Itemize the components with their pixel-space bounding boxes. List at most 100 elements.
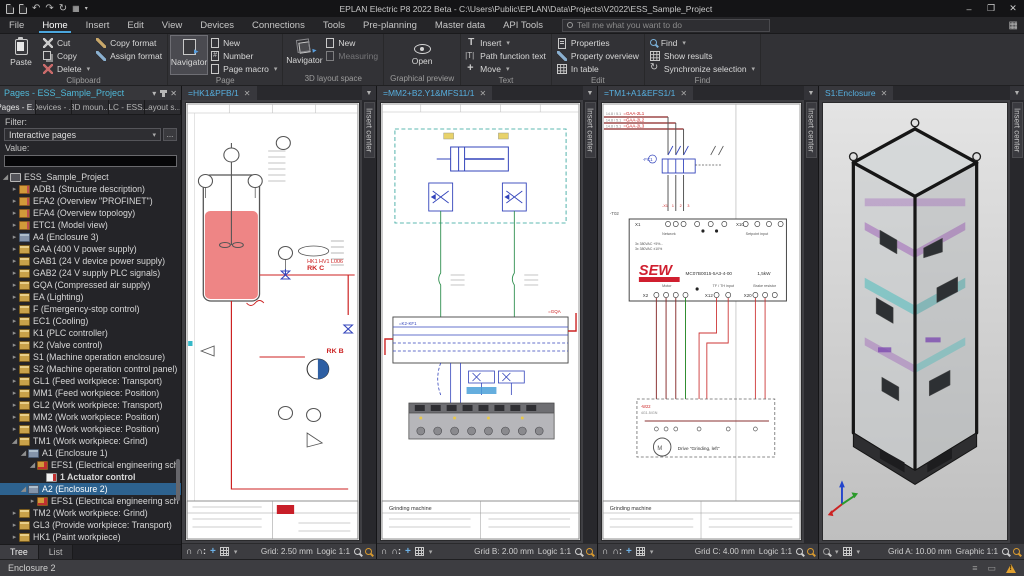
- tab-devices-nav[interactable]: Devices - ...: [36, 100, 72, 114]
- expand-icon[interactable]: ◢: [19, 485, 28, 493]
- crosshair-icon[interactable]: +: [405, 546, 411, 557]
- tree-item[interactable]: ▸EC1 (Cooling): [0, 315, 181, 327]
- tree-item[interactable]: ▸A4 (Enclosure 3): [0, 231, 181, 243]
- expand-icon[interactable]: ▸: [28, 497, 37, 505]
- expand-icon[interactable]: ◢: [10, 437, 19, 445]
- show-results-button[interactable]: Show results: [647, 49, 758, 62]
- grid-toggle-icon[interactable]: [636, 547, 645, 556]
- expand-icon[interactable]: ▸: [10, 185, 19, 193]
- snap-grid-icon[interactable]: ∩:: [613, 547, 623, 556]
- tab-home[interactable]: Home: [33, 17, 76, 33]
- close-button[interactable]: ✕: [1002, 0, 1024, 17]
- expand-icon[interactable]: ▸: [10, 257, 19, 265]
- tree-item-selected[interactable]: ◢A2 (Enclosure 2): [0, 483, 181, 495]
- zoom-out-icon[interactable]: [796, 548, 803, 555]
- zoom-out-icon[interactable]: [1002, 548, 1009, 555]
- panel-menu-icon[interactable]: ▾: [152, 89, 156, 98]
- expand-icon[interactable]: ▸: [10, 197, 19, 205]
- zoom-out-icon[interactable]: [575, 548, 582, 555]
- tree-item[interactable]: ▸GL3 (Provide workpiece: Transport): [0, 519, 181, 531]
- tab-edit[interactable]: Edit: [118, 17, 152, 33]
- zoom-in-icon[interactable]: [807, 548, 814, 555]
- tab-api-tools[interactable]: API Tools: [494, 17, 552, 33]
- restore-button[interactable]: ❐: [980, 0, 1002, 17]
- value-input[interactable]: [4, 155, 177, 167]
- tree-item[interactable]: ▸ETC1 (Model view): [0, 219, 181, 231]
- expand-icon[interactable]: ▸: [10, 401, 19, 409]
- tab-plc[interactable]: PLC - ESS...: [109, 100, 145, 114]
- tree-item[interactable]: ▸EFS1 (Electrical engineering schematic): [0, 495, 181, 507]
- tree-item-root[interactable]: ◢ESS_Sample_Project: [0, 171, 181, 183]
- delete-button[interactable]: Delete▾: [40, 62, 93, 75]
- snap-icon[interactable]: ∩: [186, 547, 193, 556]
- doc3-canvas[interactable]: =GAA-2L1 =GAA-2L2 =GAA-2L3 14.8 / 5.114.…: [598, 100, 818, 543]
- insert-center-tab[interactable]: Insert center: [364, 102, 375, 158]
- customize-toolbar-icon[interactable]: ▾: [85, 4, 88, 14]
- tree-item[interactable]: ▸EFA2 (Overview "PROFINET"): [0, 195, 181, 207]
- 3d-navigator-button[interactable]: Navigator: [285, 35, 323, 73]
- expand-icon[interactable]: ▸: [10, 425, 19, 433]
- doc1-tab[interactable]: =HK1&PFB/1✕: [182, 86, 257, 100]
- expand-icon[interactable]: ▸: [10, 365, 19, 373]
- expand-icon[interactable]: ◢: [19, 449, 28, 457]
- undo-icon[interactable]: ↶: [32, 4, 40, 14]
- tab-3d-mounting[interactable]: 3D moun...: [72, 100, 108, 114]
- tab-pages[interactable]: Pages - E...: [0, 100, 36, 114]
- expand-icon[interactable]: ▸: [10, 269, 19, 277]
- expand-icon[interactable]: ▸: [10, 413, 19, 421]
- expand-icon[interactable]: ▸: [10, 317, 19, 325]
- expand-icon[interactable]: ▸: [10, 509, 19, 517]
- snap-icon[interactable]: ∩: [602, 547, 609, 556]
- tree-item[interactable]: ▸GQA (Compressed air supply): [0, 279, 181, 291]
- tree-item[interactable]: ▸EFA4 (Overview topology): [0, 207, 181, 219]
- tree-scrollbar[interactable]: [176, 459, 180, 501]
- layers-icon[interactable]: ≡: [972, 563, 977, 573]
- expand-icon[interactable]: ▸: [10, 341, 19, 349]
- zoom-in-icon[interactable]: [586, 548, 593, 555]
- crosshair-icon[interactable]: +: [210, 546, 216, 557]
- crosshair-icon[interactable]: +: [626, 546, 632, 557]
- tree-item[interactable]: ▸GL1 (Feed workpiece: Transport): [0, 375, 181, 387]
- tell-me-search[interactable]: Tell me what you want to do: [562, 19, 770, 32]
- expand-icon[interactable]: ▸: [10, 521, 19, 529]
- tree-item[interactable]: ▸S2 (Machine operation control panel): [0, 363, 181, 375]
- doc2-canvas[interactable]: =K2-KF1 =GQA: [377, 100, 597, 543]
- close-icon[interactable]: ✕: [680, 89, 687, 98]
- cut-button[interactable]: Cut: [40, 36, 93, 49]
- tab-list-dropdown-icon[interactable]: ▼: [1010, 86, 1024, 100]
- device-navigator-icon[interactable]: ▦: [72, 4, 80, 14]
- page-macro-button[interactable]: Page macro▾: [208, 62, 280, 75]
- view-icon[interactable]: [823, 548, 830, 555]
- 3d-new-button[interactable]: New: [323, 36, 381, 49]
- paste-button[interactable]: Paste: [2, 35, 40, 75]
- in-table-button[interactable]: In table: [554, 62, 642, 75]
- tree-item[interactable]: ◢TM1 (Work workpiece: Grind): [0, 435, 181, 447]
- tab-list-dropdown-icon[interactable]: ▼: [362, 86, 376, 100]
- open-preview-button[interactable]: Open: [403, 35, 441, 73]
- ribbon-options-icon[interactable]: ▦: [1009, 20, 1018, 31]
- tab-list-dropdown-icon[interactable]: ▼: [804, 86, 818, 100]
- warning-icon[interactable]: [1006, 564, 1016, 573]
- messages-icon[interactable]: ▭: [987, 563, 996, 574]
- filter-select[interactable]: Interactive pages ▾: [4, 128, 161, 141]
- tree-item[interactable]: ◢EFS1 (Electrical engineering schematic): [0, 459, 181, 471]
- new-project-icon[interactable]: [6, 4, 14, 14]
- expand-icon[interactable]: ▸: [10, 281, 19, 289]
- tab-view[interactable]: View: [153, 17, 191, 33]
- expand-icon[interactable]: ▸: [10, 377, 19, 385]
- expand-icon[interactable]: ▸: [10, 209, 19, 217]
- expand-icon[interactable]: ▸: [10, 353, 19, 361]
- panel-close-icon[interactable]: ✕: [170, 89, 177, 98]
- doc4-tab[interactable]: S1:Enclosure✕: [819, 86, 893, 100]
- synchronize-selection-button[interactable]: Synchronize selection▾: [647, 62, 758, 75]
- copy-format-button[interactable]: Copy format: [93, 36, 165, 49]
- tree-item[interactable]: ▸EA (Lighting): [0, 291, 181, 303]
- assign-format-button[interactable]: Assign format: [93, 49, 165, 62]
- redo-icon[interactable]: ↷: [45, 4, 53, 14]
- doc1-canvas[interactable]: HK1 HV1 L006 RK C RK B Insert center: [182, 100, 376, 543]
- expand-icon[interactable]: ▸: [10, 533, 19, 541]
- tab-list-dropdown-icon[interactable]: ▼: [583, 86, 597, 100]
- doc2-tab[interactable]: =MM2+B2.Y1&MFS11/1✕: [377, 86, 492, 100]
- zoom-out-icon[interactable]: [354, 548, 361, 555]
- tab-connections[interactable]: Connections: [243, 17, 314, 33]
